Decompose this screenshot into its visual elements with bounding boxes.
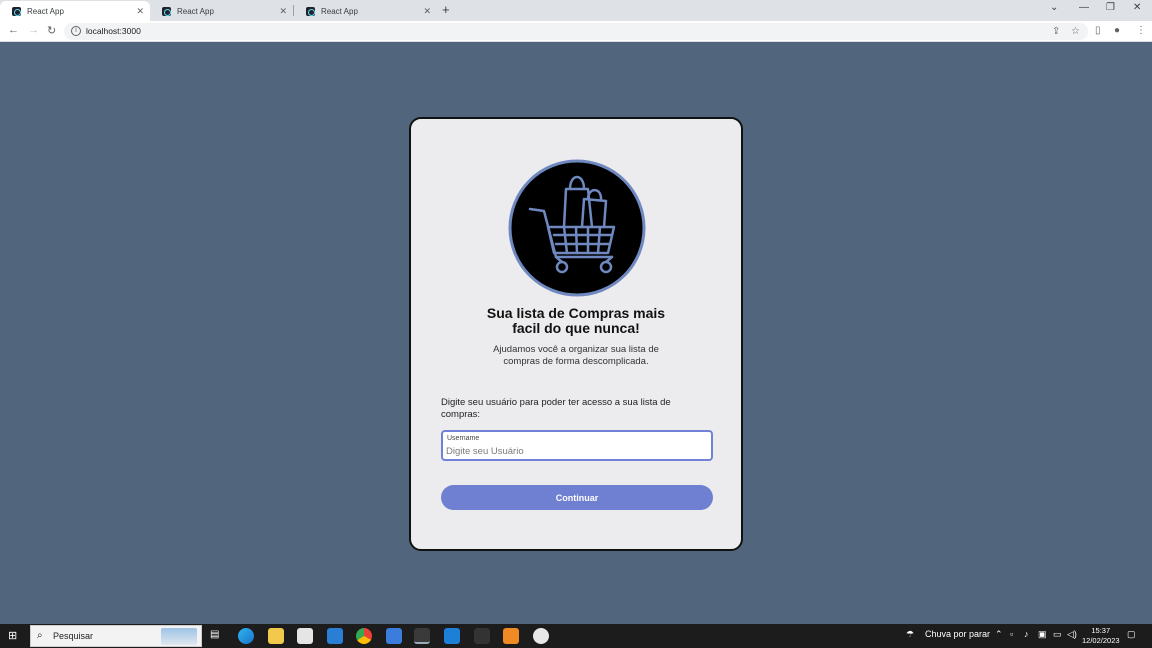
chrome-icon[interactable] — [356, 628, 372, 644]
clock-date: 12/02/2023 — [1082, 636, 1120, 645]
bookmark-star-icon[interactable]: ☆ — [1071, 26, 1080, 37]
notification-icon[interactable]: ▢ — [1127, 629, 1136, 640]
search-highlight-image — [161, 628, 197, 645]
restore-icon[interactable]: ❐ — [1106, 2, 1115, 13]
tab-title: React App — [27, 6, 64, 16]
browser-tab[interactable]: React App ✕ — [294, 1, 437, 21]
login-card: Sua lista de Compras mais facil do que n… — [409, 117, 743, 551]
title-line: facil do que nunca! — [512, 320, 640, 336]
site-info-icon[interactable]: i — [71, 26, 81, 36]
menu-icon[interactable]: ⋮ — [1136, 25, 1146, 36]
subtitle: Ajudamos você a organizar sua lista de c… — [481, 344, 671, 368]
browser-tab-bar: React App ✕ React App ✕ React App ✕ + ⌄ … — [0, 0, 1152, 21]
camera-icon[interactable]: ▫ — [1010, 629, 1013, 639]
xampp-icon[interactable] — [503, 628, 519, 644]
taskbar: ⊞ ⌕ Pesquisar ▤ ☂ Chuva por parar ⌃ ▫ ♪ … — [0, 624, 1152, 648]
side-panel-icon[interactable]: ▯ — [1095, 25, 1101, 36]
close-tab-icon[interactable]: ✕ — [423, 6, 431, 17]
tab-title: React App — [177, 6, 214, 16]
volume-icon[interactable]: ◁) — [1067, 629, 1077, 640]
profile-icon[interactable]: ● — [1114, 25, 1120, 36]
back-icon[interactable]: ← — [8, 24, 19, 36]
microphone-icon[interactable]: ♪ — [1024, 629, 1029, 639]
taskbar-search[interactable]: ⌕ Pesquisar — [30, 625, 202, 647]
username-input[interactable] — [446, 445, 696, 458]
minimize-icon[interactable]: — — [1079, 2, 1089, 13]
file-explorer-icon[interactable] — [268, 628, 284, 644]
shopping-cart-logo-icon — [508, 159, 646, 297]
url-text: localhost:3000 — [86, 26, 141, 36]
forward-icon[interactable]: → — [28, 24, 39, 36]
chevron-up-icon[interactable]: ⌃ — [995, 629, 1003, 640]
continue-button[interactable]: Continuar — [441, 485, 713, 510]
task-view-icon[interactable]: ▤ — [210, 629, 219, 640]
weather-text[interactable]: Chuva por parar — [925, 629, 990, 639]
clock-time: 15:37 — [1091, 626, 1111, 635]
page-title: Sua lista de Compras mais facil do que n… — [411, 306, 741, 336]
app-icon[interactable] — [474, 628, 490, 644]
title-line: Sua lista de Compras mais — [486, 305, 666, 321]
new-tab-icon[interactable]: + — [442, 2, 450, 17]
username-field[interactable]: Username — [441, 430, 713, 461]
search-placeholder: Pesquisar — [53, 631, 94, 641]
search-icon: ⌕ — [37, 630, 43, 641]
app-icon[interactable] — [386, 628, 402, 644]
tab-title: React App — [321, 6, 358, 16]
react-favicon-icon — [306, 6, 315, 16]
store-icon[interactable] — [297, 628, 313, 644]
app-icon[interactable] — [533, 628, 549, 644]
browser-tab[interactable]: React App ✕ — [0, 1, 150, 21]
clock[interactable]: 15:37 12/02/2023 — [1082, 626, 1120, 646]
react-favicon-icon — [12, 6, 21, 16]
edge-icon[interactable] — [238, 628, 254, 644]
tab-search-icon[interactable]: ⌄ — [1050, 2, 1058, 13]
browser-tab[interactable]: React App ✕ — [150, 1, 293, 21]
weather-icon[interactable]: ☂ — [906, 629, 914, 640]
mail-icon[interactable] — [327, 628, 343, 644]
display-icon[interactable]: ▭ — [1053, 629, 1062, 640]
subtitle-line: compras de forma descomplicada. — [503, 356, 649, 367]
username-prompt: Digite seu usuário para poder ter acesso… — [441, 397, 671, 420]
browser-toolbar: ← → ↻ i localhost:3000 ⇪ ☆ ▯ ● ⋮ — [0, 21, 1152, 42]
close-tab-icon[interactable]: ✕ — [136, 6, 144, 17]
active-app-icon[interactable] — [414, 628, 430, 644]
close-tab-icon[interactable]: ✕ — [279, 6, 287, 17]
react-favicon-icon — [162, 6, 171, 16]
vscode-icon[interactable] — [444, 628, 460, 644]
subtitle-line: Ajudamos você a organizar sua lista de — [493, 344, 659, 355]
share-icon[interactable]: ⇪ — [1052, 26, 1060, 37]
username-label: Username — [447, 435, 480, 442]
address-bar[interactable]: i localhost:3000 ⇪ ☆ — [64, 23, 1088, 40]
close-window-icon[interactable]: ✕ — [1133, 2, 1141, 13]
windows-start-icon[interactable]: ⊞ — [8, 629, 17, 642]
reload-icon[interactable]: ↻ — [47, 24, 56, 37]
network-icon[interactable]: ▣ — [1038, 629, 1047, 640]
